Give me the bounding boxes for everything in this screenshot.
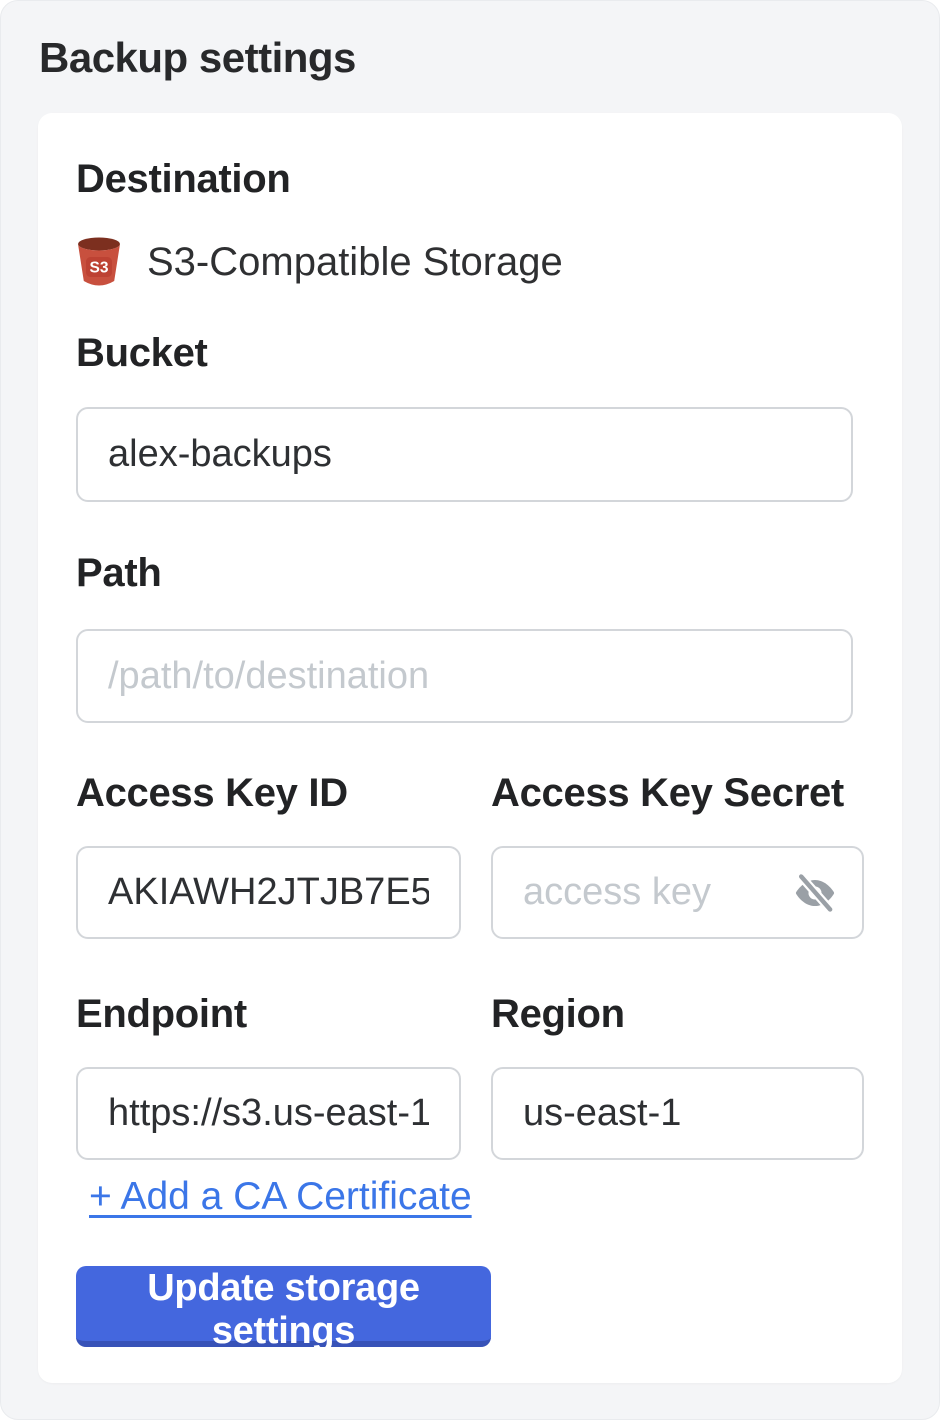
region-label: Region bbox=[491, 994, 864, 1034]
access-keys-inputs bbox=[76, 813, 862, 939]
server-inputs bbox=[76, 1034, 862, 1160]
access-key-secret-label: Access Key Secret bbox=[491, 773, 864, 813]
eye-off-icon[interactable] bbox=[792, 870, 838, 916]
page-title: Backup settings bbox=[39, 37, 939, 79]
svg-text:S3: S3 bbox=[90, 260, 109, 277]
endpoint-label: Endpoint bbox=[76, 994, 461, 1034]
destination-value: S3-Compatible Storage bbox=[147, 237, 563, 287]
add-ca-certificate-link[interactable]: + Add a CA Certificate bbox=[89, 1174, 472, 1220]
backup-settings-page: Backup settings Destination S3 S3-Compat… bbox=[0, 0, 940, 1420]
access-key-secret-field bbox=[491, 846, 864, 939]
backup-settings-card: Destination S3 S3-Compatible Storage Buc… bbox=[38, 113, 902, 1383]
s3-bucket-icon: S3 bbox=[76, 236, 122, 288]
region-input[interactable] bbox=[491, 1067, 864, 1160]
destination-label: Destination bbox=[76, 159, 862, 199]
path-input[interactable] bbox=[76, 629, 853, 723]
endpoint-input[interactable] bbox=[76, 1067, 461, 1160]
access-key-id-field bbox=[76, 846, 461, 939]
server-labels: Endpoint Region bbox=[76, 994, 862, 1034]
access-key-id-label: Access Key ID bbox=[76, 773, 461, 813]
destination-row: S3 S3-Compatible Storage bbox=[76, 237, 862, 287]
bucket-input[interactable] bbox=[76, 407, 853, 502]
access-keys-labels: Access Key ID Access Key Secret bbox=[76, 773, 862, 813]
bucket-label: Bucket bbox=[76, 333, 862, 373]
access-key-id-input[interactable] bbox=[76, 846, 461, 939]
region-field bbox=[491, 1067, 864, 1160]
endpoint-field bbox=[76, 1067, 461, 1160]
update-storage-settings-button[interactable]: Update storage settings bbox=[76, 1266, 491, 1347]
path-label: Path bbox=[76, 553, 862, 593]
